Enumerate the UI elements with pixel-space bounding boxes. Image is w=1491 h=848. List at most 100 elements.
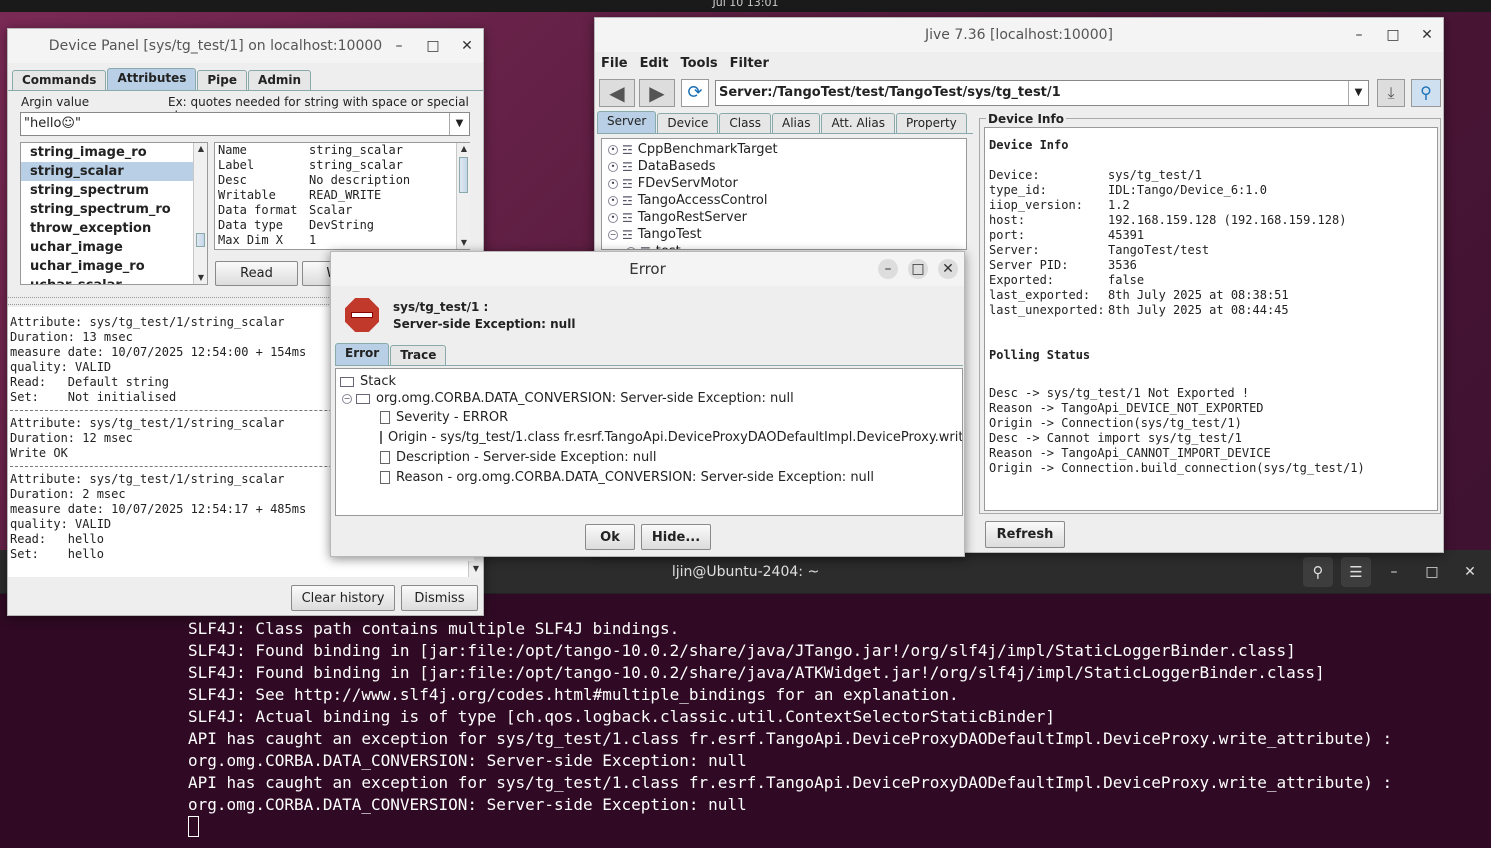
property-value: string_scalar <box>309 158 403 172</box>
expand-toggle-icon[interactable]: − <box>342 393 352 404</box>
error-device-line: sys/tg_test/1 : <box>393 300 489 314</box>
tab-pipe[interactable]: Pipe <box>197 70 248 90</box>
attribute-list-item[interactable]: string_scalar <box>21 162 193 181</box>
tab-att-alias[interactable]: Att. Alias <box>821 113 895 133</box>
tab-property[interactable]: Property <box>896 113 967 133</box>
property-value: 1 <box>309 233 317 247</box>
attribute-list-item[interactable]: string_image_ro <box>21 143 193 162</box>
close-icon[interactable]: ✕ <box>1417 27 1437 43</box>
error-dialog-tabs: Error Trace <box>335 343 963 366</box>
attribute-list-item[interactable]: uchar_scalar <box>21 276 193 284</box>
search-icon[interactable]: ⚲ <box>1411 79 1441 107</box>
polling-heading: Polling Status <box>989 348 1091 362</box>
device-info-value: IDL:Tango/Device_6:1.0 <box>1108 183 1267 197</box>
server-tree-item[interactable]: • ☲ CppBenchmarkTarget <box>608 141 960 158</box>
tab-commands[interactable]: Commands <box>12 70 107 90</box>
tab-trace[interactable]: Trace <box>390 345 447 365</box>
menu-edit[interactable]: Edit <box>640 56 669 72</box>
attribute-list-item[interactable]: throw_exception <box>21 219 193 238</box>
history-scrollbar[interactable]: ▼ <box>468 561 482 577</box>
expand-toggle-icon[interactable]: • <box>608 195 618 206</box>
server-tree-item[interactable]: • ☲ FDevServMotor <box>608 175 960 192</box>
read-button[interactable]: Read <box>215 261 298 286</box>
device-panel-titlebar[interactable]: Device Panel [sys/tg_test/1] on localhos… <box>8 29 483 63</box>
tab-class[interactable]: Class <box>719 113 771 133</box>
menu-filter[interactable]: Filter <box>730 56 769 72</box>
error-detail-node[interactable]: Reason - org.omg.CORBA.DATA_CONVERSION: … <box>340 467 958 487</box>
hamburger-menu-icon[interactable]: ☰ <box>1341 557 1371 587</box>
minimize-icon[interactable]: – <box>1349 27 1369 43</box>
close-icon[interactable]: ✕ <box>457 38 477 54</box>
maximize-icon[interactable]: □ <box>1383 27 1403 43</box>
terminal-line: org.omg.CORBA.DATA_CONVERSION: Server-si… <box>188 795 747 814</box>
tab-error[interactable]: Error <box>335 343 390 365</box>
argin-combo[interactable]: "hello☺" ▼ <box>20 112 470 136</box>
back-arrow-icon[interactable]: ◀ <box>599 79 635 107</box>
search-icon[interactable]: ⚲ <box>1303 557 1333 587</box>
attribute-list-scrollbar[interactable]: ▲ ▼ <box>193 143 207 284</box>
tab-attributes[interactable]: Attributes <box>107 68 197 90</box>
attribute-properties[interactable]: Name string_scalar Label string_scalar Desc N… <box>214 142 470 250</box>
refresh-button[interactable]: Refresh <box>985 521 1065 548</box>
device-info-key: type_id: <box>989 183 1047 197</box>
expand-toggle-icon[interactable]: • <box>608 178 618 189</box>
error-detail-node[interactable]: Description - Server-side Exception: nul… <box>340 447 958 467</box>
error-dialog-titlebar[interactable]: Error – □ ✕ <box>331 252 964 286</box>
error-stack-tree[interactable]: Stack − org.omg.CORBA.DATA_CONVERSION: Se… <box>335 368 963 516</box>
error-dialog-title: Error <box>629 260 666 278</box>
server-icon: ☲ <box>622 193 633 208</box>
maximize-icon[interactable]: □ <box>423 38 443 54</box>
clear-history-button[interactable]: Clear history <box>291 585 395 611</box>
chevron-down-icon[interactable]: ▼ <box>449 113 469 135</box>
close-icon[interactable]: ✕ <box>1455 564 1485 580</box>
attribute-list-item[interactable]: string_spectrum_ro <box>21 200 193 219</box>
menu-tools[interactable]: Tools <box>680 56 717 72</box>
maximize-icon[interactable]: □ <box>908 259 928 279</box>
properties-scrollbar[interactable]: ▲ ▼ <box>456 143 470 249</box>
error-stop-icon <box>345 298 379 332</box>
expand-toggle-icon[interactable]: • <box>626 246 636 249</box>
chevron-down-icon[interactable]: ▼ <box>1348 81 1368 105</box>
property-value: string_scalar <box>309 143 403 157</box>
server-tree-item[interactable]: • ☲ TangoRestServer <box>608 209 960 226</box>
terminal-output[interactable]: SLF4J: Class path contains multiple SLF4… <box>188 618 1392 816</box>
stack-root[interactable]: Stack <box>340 373 958 390</box>
minimize-icon[interactable]: – <box>389 38 409 54</box>
clock[interactable]: Jul 10 13:01 <box>713 0 779 9</box>
forward-arrow-icon[interactable]: ▶ <box>639 79 675 107</box>
menu-file[interactable]: File <box>601 56 628 72</box>
attribute-list-item[interactable]: string_spectrum <box>21 181 193 200</box>
tab-server[interactable]: Server <box>597 111 657 133</box>
error-detail-node[interactable]: Severity - ERROR <box>340 407 958 427</box>
tab-admin[interactable]: Admin <box>248 70 312 90</box>
server-tree-item[interactable]: • ☲ TangoAccessControl <box>608 192 960 209</box>
tab-alias[interactable]: Alias <box>771 113 821 133</box>
ok-button[interactable]: Ok <box>585 524 635 550</box>
dismiss-button[interactable]: Dismiss <box>401 585 478 611</box>
server-tree[interactable]: • ☲ CppBenchmarkTarget • ☲ DataBaseds • ☲ FDevSe… <box>601 138 967 250</box>
error-dialog[interactable]: Error – □ ✕ sys/tg_test/1 : Server-side … <box>330 251 965 557</box>
minimize-icon[interactable]: – <box>1379 564 1409 580</box>
error-detail-node[interactable]: Origin - sys/tg_test/1.class fr.esrf.Tan… <box>340 427 962 447</box>
maximize-icon[interactable]: □ <box>1417 564 1447 580</box>
download-icon[interactable]: ⤓ <box>1377 79 1405 107</box>
expand-toggle-icon[interactable]: • <box>608 161 618 172</box>
close-icon[interactable]: ✕ <box>938 259 958 279</box>
attribute-list-item[interactable]: uchar_image <box>21 238 193 257</box>
attribute-list[interactable]: string_image_ro string_scalar string_spect… <box>20 142 208 285</box>
hide-button[interactable]: Hide... <box>641 524 711 550</box>
refresh-icon[interactable]: ⟳ <box>681 79 709 107</box>
expand-toggle-icon[interactable]: • <box>608 212 618 223</box>
server-tree-item[interactable]: • ☲ DataBaseds <box>608 158 960 175</box>
jive-titlebar[interactable]: Jive 7.36 [localhost:10000] – □ ✕ <box>595 18 1443 52</box>
expand-toggle-icon[interactable]: • <box>608 144 618 155</box>
minimize-icon[interactable]: – <box>878 259 898 279</box>
exception-node[interactable]: − org.omg.CORBA.DATA_CONVERSION: Server-s… <box>340 390 958 407</box>
tab-device[interactable]: Device <box>657 113 719 133</box>
path-combo[interactable]: Server:/TangoTest/test/TangoTest/sys/tg_… <box>715 80 1369 106</box>
attribute-list-item[interactable]: uchar_image_ro <box>21 257 193 276</box>
server-tree-item[interactable]: • ☲ test <box>608 243 960 249</box>
server-tree-item[interactable]: − ☲ TangoTest <box>608 226 960 243</box>
device-info-text[interactable]: Device Info Device: sys/tg_test/1 type_id:… <box>984 127 1438 511</box>
expand-toggle-icon[interactable]: − <box>608 229 618 240</box>
